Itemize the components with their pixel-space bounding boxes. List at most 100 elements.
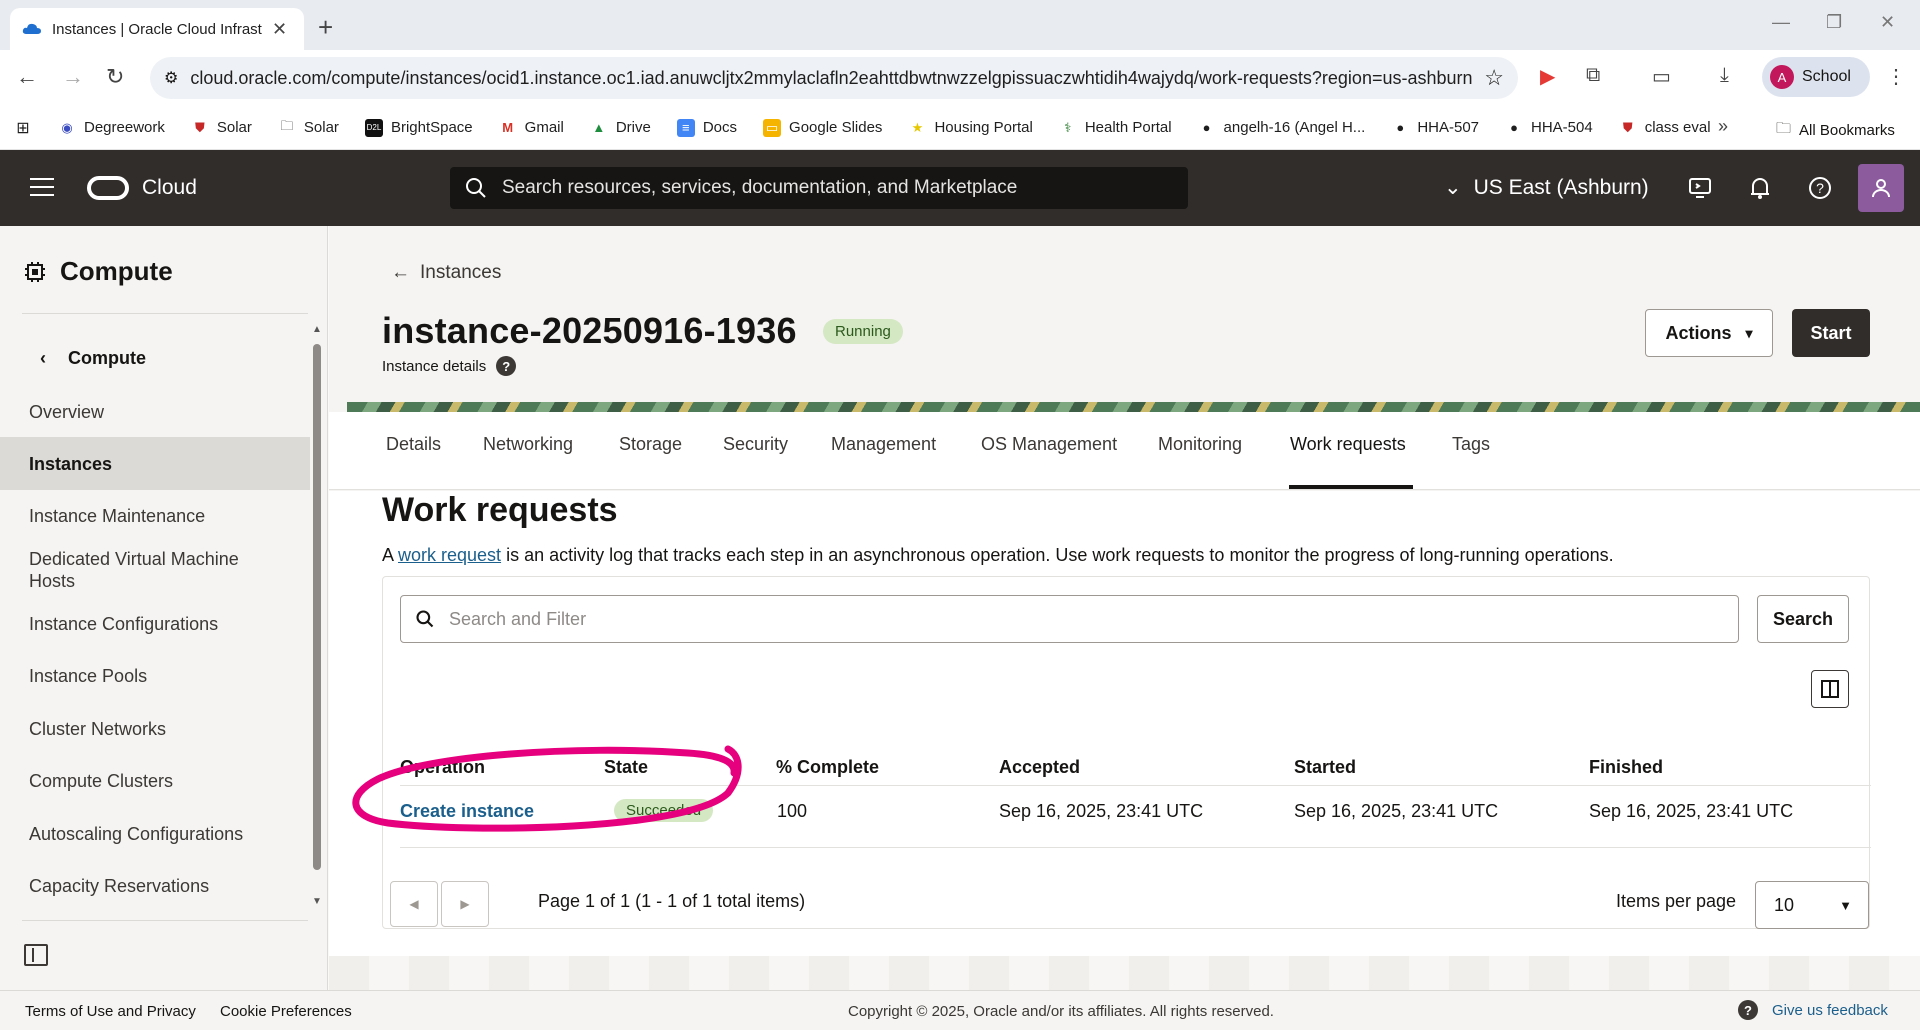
bookmark-item[interactable]: ▭ Google Slides: [763, 118, 882, 137]
sidebar-item-compute-clusters[interactable]: Compute Clusters: [0, 755, 310, 807]
feedback-link[interactable]: ? Give us feedback: [1738, 1000, 1888, 1020]
sidebar-item-instances[interactable]: Instances: [0, 437, 310, 490]
new-tab-icon[interactable]: +: [318, 12, 333, 43]
bookmark-item[interactable]: ⛊ Solar: [191, 119, 252, 137]
prev-page-button[interactable]: ◀: [390, 881, 438, 927]
start-button[interactable]: Start: [1792, 309, 1870, 357]
filter-input[interactable]: [449, 608, 1724, 630]
instance-details-label: Instance details ?: [382, 356, 517, 376]
region-selector[interactable]: ⌄ US East (Ashburn): [1444, 175, 1649, 200]
column-header-started[interactable]: Started: [1294, 757, 1356, 778]
profile-name: School: [1802, 68, 1851, 85]
oracle-logo-icon[interactable]: [87, 176, 129, 200]
bookmark-item[interactable]: ≡ Docs: [676, 118, 737, 137]
folder-icon: 🗀: [1776, 120, 1792, 137]
youtube-extension-icon[interactable]: ▶: [1540, 64, 1555, 89]
cast-icon[interactable]: ▭: [1652, 64, 1671, 89]
browser-tab[interactable]: Instances | Oracle Cloud Infrastr ✕: [10, 8, 304, 50]
apps-icon[interactable]: ⊞: [14, 119, 32, 137]
sidebar-item-autoscaling-configurations[interactable]: Autoscaling Configurations: [0, 807, 310, 860]
cookie-preferences-link[interactable]: Cookie Preferences: [220, 1003, 352, 1020]
column-header-accepted[interactable]: Accepted: [999, 757, 1080, 778]
sidebar-item-instance-configurations[interactable]: Instance Configurations: [0, 598, 310, 650]
hamburger-menu-icon[interactable]: [30, 178, 54, 196]
tab-monitoring[interactable]: Monitoring: [1158, 434, 1242, 455]
user-avatar-icon[interactable]: [1858, 164, 1904, 212]
sidebar-item-capacity-reservations[interactable]: Capacity Reservations: [0, 860, 310, 912]
notifications-bell-icon[interactable]: [1746, 174, 1774, 202]
column-header-finished[interactable]: Finished: [1589, 757, 1663, 778]
bookmark-item[interactable]: ⛊ class eval: [1619, 119, 1711, 137]
work-request-link[interactable]: work request: [398, 545, 501, 565]
sidebar-scrollbar[interactable]: ▲ ▼: [310, 322, 324, 912]
back-icon[interactable]: ←: [16, 64, 38, 90]
omnibox[interactable]: ⚙ cloud.oracle.com/compute/instances/oci…: [150, 57, 1518, 99]
tab-work-requests[interactable]: Work requests: [1290, 434, 1406, 455]
divider: [22, 920, 308, 921]
global-search[interactable]: [450, 167, 1188, 209]
scroll-down-icon[interactable]: ▼: [312, 896, 322, 907]
bookmark-item[interactable]: ● HHA-504: [1505, 119, 1593, 137]
close-window-icon[interactable]: ✕: [1880, 12, 1895, 33]
restore-icon[interactable]: ❐: [1826, 12, 1842, 33]
bookmark-item[interactable]: ● angelh-16 (Angel H...: [1198, 119, 1366, 137]
help-icon[interactable]: ?: [1806, 174, 1834, 202]
star-icon: ★: [911, 119, 924, 135]
bookmark-folder[interactable]: 🗀 Solar: [278, 118, 339, 137]
sidebar-item-instance-maintenance[interactable]: Instance Maintenance: [0, 490, 310, 542]
tab-networking[interactable]: Networking: [483, 434, 573, 455]
download-icon[interactable]: ⤓: [1720, 64, 1729, 87]
items-per-page-select[interactable]: 10 ▼: [1755, 881, 1869, 929]
extensions-icon[interactable]: ⧉: [1586, 64, 1600, 87]
tab-details[interactable]: Details: [386, 434, 441, 455]
terms-link[interactable]: Terms of Use and Privacy: [25, 1003, 196, 1020]
bookmark-item[interactable]: ★ Housing Portal: [908, 119, 1033, 137]
sidebar-item-overview[interactable]: Overview: [0, 386, 310, 438]
column-header-percent-complete[interactable]: % Complete: [776, 757, 879, 778]
collapse-sidebar-icon[interactable]: [24, 944, 48, 966]
sidebar-back-link[interactable]: ‹ Compute: [40, 348, 146, 369]
scrollbar-thumb[interactable]: [313, 344, 321, 870]
sidebar-item-dedicated-vm-hosts[interactable]: Dedicated Virtual Machine Hosts: [0, 542, 290, 598]
tab-os-management[interactable]: OS Management: [981, 434, 1117, 455]
column-settings-icon[interactable]: [1811, 670, 1849, 708]
filter-box[interactable]: [400, 595, 1739, 643]
svg-text:?: ?: [1816, 180, 1824, 196]
browser-menu-icon[interactable]: ⋮: [1886, 64, 1906, 89]
breadcrumb[interactable]: ← Instances: [391, 262, 501, 284]
forward-icon[interactable]: →: [62, 64, 84, 90]
docs-icon: ≡: [676, 118, 695, 137]
more-bookmarks-icon[interactable]: »: [1718, 116, 1728, 137]
profile-chip[interactable]: A School: [1762, 57, 1870, 97]
github-icon: ●: [1202, 120, 1211, 135]
sidebar-item-instance-pools[interactable]: Instance Pools: [0, 650, 310, 702]
sidebar-item-cluster-networks[interactable]: Cluster Networks: [0, 702, 310, 755]
bookmark-item[interactable]: ◉ Degreework: [58, 119, 165, 137]
cloud-shell-icon[interactable]: [1686, 174, 1714, 202]
bookmark-item[interactable]: D2L BrightSpace: [364, 118, 473, 137]
tab-storage[interactable]: Storage: [619, 434, 682, 455]
github-icon: ●: [1396, 120, 1405, 135]
tab-security[interactable]: Security: [723, 434, 788, 455]
next-page-button[interactable]: ▶: [441, 881, 489, 927]
tab-tags[interactable]: Tags: [1452, 434, 1490, 455]
scroll-up-icon[interactable]: ▲: [312, 324, 322, 335]
bookmark-item[interactable]: ▲ Drive: [590, 119, 650, 137]
minimize-icon[interactable]: —: [1772, 12, 1790, 33]
all-bookmarks[interactable]: 🗀 All Bookmarks: [1776, 118, 1895, 143]
help-icon[interactable]: ?: [496, 356, 517, 376]
bookmark-star-icon[interactable]: ☆: [1484, 65, 1504, 91]
global-search-input[interactable]: [502, 177, 1162, 199]
caret-right-icon: ▶: [460, 897, 470, 911]
bookmark-item[interactable]: M Gmail: [499, 119, 564, 137]
decorative-background: [329, 956, 1920, 990]
bookmark-item[interactable]: ● HHA-507: [1391, 119, 1479, 137]
percent-complete-cell: 100: [777, 801, 808, 821]
tab-close-icon[interactable]: ✕: [272, 19, 287, 40]
tab-management[interactable]: Management: [831, 434, 936, 455]
actions-button[interactable]: Actions ▾: [1645, 309, 1773, 357]
reload-icon[interactable]: ↻: [106, 64, 124, 90]
search-button[interactable]: Search: [1757, 595, 1849, 643]
site-settings-icon[interactable]: ⚙: [164, 68, 178, 88]
bookmark-item[interactable]: ⚕ Health Portal: [1059, 119, 1171, 137]
